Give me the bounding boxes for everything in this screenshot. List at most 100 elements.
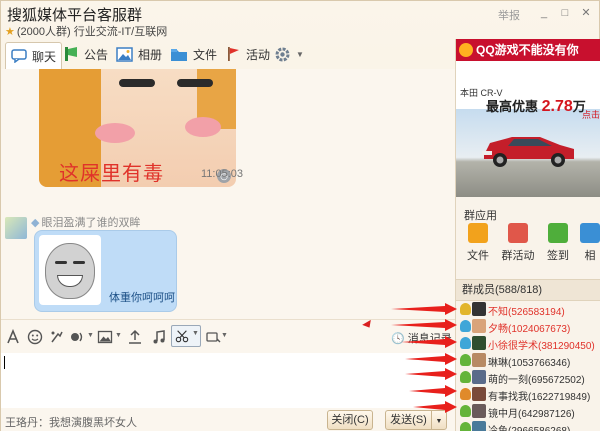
member-item[interactable]: 不知(526583194) bbox=[456, 301, 600, 318]
sender-name-text: 眼泪盈满了谁的双眸 bbox=[41, 217, 141, 229]
news-tip[interactable]: 王珞丹：我想演腹黑坏女人 bbox=[5, 414, 137, 430]
avatar bbox=[472, 302, 486, 316]
send-button[interactable]: 发送(S) bbox=[385, 410, 431, 430]
member-rank-icon bbox=[460, 388, 471, 400]
message-bubble[interactable]: 体重你呵呵呵 bbox=[34, 230, 177, 312]
close-window-button[interactable]: ✕ bbox=[579, 7, 593, 19]
member-name: 镜中月(642987126) bbox=[488, 409, 575, 420]
minimize-button[interactable]: _ bbox=[537, 7, 551, 19]
app-album-label: 相 bbox=[584, 250, 596, 262]
group-subtitle: ★ (2000人群) 行业交流-IT/互联网 bbox=[5, 23, 167, 39]
avatar bbox=[472, 404, 486, 418]
app-group-activity-label: 群活动 bbox=[501, 250, 535, 262]
ad-promo: 最高优惠 2.78万 bbox=[486, 96, 586, 116]
shake-icon[interactable] bbox=[49, 329, 65, 345]
settings-gear-icon bbox=[275, 47, 290, 61]
member-rank-icon bbox=[460, 320, 471, 332]
send-options-button[interactable]: ▼ bbox=[431, 410, 447, 430]
group-title: 搜狐媒体平台客服群 bbox=[7, 6, 143, 24]
right-panel: QQ游戏不能没有你 本田 CR-V 最高优惠 2.78万 点击 群应用 文件 群… bbox=[455, 39, 600, 431]
annotation-marker-icon bbox=[362, 319, 374, 331]
member-name: 萌的一刻(695672502) bbox=[488, 375, 585, 386]
message-input[interactable] bbox=[1, 353, 455, 408]
upload-icon[interactable] bbox=[127, 329, 143, 345]
close-button[interactable]: 关闭(C) bbox=[327, 410, 373, 430]
member-item[interactable]: 琳琳(1053766346) bbox=[456, 352, 600, 369]
tab-chat[interactable]: 聊天 bbox=[5, 42, 63, 69]
member-item[interactable]: 小徐很学术(381290450) bbox=[456, 335, 600, 352]
sticker-head bbox=[45, 243, 95, 299]
album-app-icon bbox=[580, 223, 600, 243]
member-item[interactable]: 夕畅(1024067673) bbox=[456, 318, 600, 335]
tab-settings[interactable]: ▼ bbox=[269, 42, 309, 66]
member-rank-icon bbox=[460, 405, 471, 417]
maximize-button[interactable]: □ bbox=[558, 7, 572, 19]
title-bar: 搜狐媒体平台客服群 ★ (2000人群) 行业交流-IT/互联网 举报 _ □ ✕ bbox=[1, 1, 600, 39]
font-icon[interactable] bbox=[5, 329, 21, 345]
annotation-arrow-icon bbox=[405, 353, 457, 365]
chevron-down-icon: ▼ bbox=[296, 49, 304, 59]
tab-announcement[interactable]: 公告 bbox=[58, 42, 113, 66]
member-item[interactable]: 镜中月(642987126) bbox=[456, 403, 600, 420]
avatar bbox=[472, 370, 486, 384]
album-icon bbox=[116, 46, 133, 62]
voice-dropdown-icon[interactable]: ▼ bbox=[87, 332, 94, 339]
ad-banner[interactable]: QQ游戏不能没有你 本田 CR-V 最高优惠 2.78万 点击 bbox=[456, 39, 600, 197]
member-name: 不知(526583194) bbox=[488, 307, 565, 318]
report-link[interactable]: 举报 bbox=[498, 7, 520, 23]
app-album[interactable]: 相 bbox=[578, 223, 600, 263]
more-dropdown-icon[interactable]: ▼ bbox=[221, 332, 228, 339]
screenshot-button[interactable]: ▼ bbox=[171, 325, 201, 347]
members-header: 群成员(588/818) bbox=[456, 279, 600, 301]
app-checkin[interactable]: 签到 bbox=[540, 223, 576, 263]
file-folder-icon bbox=[468, 223, 488, 243]
message-sticker[interactable] bbox=[39, 235, 101, 305]
star-icon: ★ bbox=[5, 26, 15, 38]
annotation-arrow-icon bbox=[401, 336, 457, 348]
image-dropdown-icon[interactable]: ▼ bbox=[115, 332, 122, 339]
sender-name[interactable]: ◆ 眼泪盈满了谁的双眸 bbox=[31, 214, 140, 230]
ad-headline-text: QQ游戏不能没有你 bbox=[476, 43, 579, 57]
group-apps: 文件 群活动 签到 相 bbox=[456, 223, 600, 269]
member-name: 冷鱼(2966586268) bbox=[488, 422, 570, 431]
app-group-activity[interactable]: 群活动 bbox=[500, 223, 536, 263]
message-list[interactable]: 这屎里有毒 ◷ 11:05:03 ◆ 眼泪盈满了谁的双眸 体重你呵呵呵 bbox=[1, 69, 455, 319]
more-icon[interactable] bbox=[205, 329, 221, 345]
image-icon[interactable] bbox=[97, 329, 113, 345]
member-item[interactable]: 有事找我(1622719849) bbox=[456, 386, 600, 403]
group-subtitle-text: (2000人群) 行业交流-IT/互联网 bbox=[16, 26, 168, 38]
member-name: 琳琳(1053766346) bbox=[488, 358, 571, 369]
member-name: 有事找我(1622719849) bbox=[488, 392, 591, 403]
screenshot-icon bbox=[175, 330, 189, 343]
tab-album[interactable]: 相册 bbox=[111, 42, 167, 66]
voice-icon[interactable] bbox=[69, 329, 85, 345]
member-item[interactable]: 萌的一刻(695672502) bbox=[456, 369, 600, 386]
meme-blush-right bbox=[185, 117, 221, 137]
tab-activity[interactable]: 活动 bbox=[221, 42, 275, 66]
app-checkin-label: 签到 bbox=[547, 250, 569, 262]
folder-icon bbox=[171, 48, 187, 61]
member-rank-icon bbox=[460, 354, 471, 366]
meme-blush-left bbox=[95, 123, 135, 143]
member-item[interactable]: 冷鱼(2966586268) bbox=[456, 420, 600, 431]
message-text: 体重你呵呵呵 bbox=[109, 292, 175, 304]
app-files[interactable]: 文件 bbox=[460, 223, 496, 263]
annotation-arrow-icon bbox=[391, 303, 457, 315]
car-image-icon bbox=[482, 137, 574, 167]
avatar bbox=[472, 336, 486, 350]
avatar bbox=[472, 353, 486, 367]
emoji-icon[interactable] bbox=[27, 329, 43, 345]
group-apps-title: 群应用 bbox=[464, 210, 497, 222]
music-icon[interactable] bbox=[151, 329, 167, 345]
member-rank-icon bbox=[460, 422, 471, 431]
sender-avatar[interactable] bbox=[5, 217, 27, 239]
meme-eye-left bbox=[119, 79, 155, 87]
text-caret bbox=[4, 356, 5, 369]
member-name: 小徐很学术(381290450) bbox=[488, 341, 595, 352]
checkin-icon bbox=[548, 223, 568, 243]
tab-files[interactable]: 文件 bbox=[165, 42, 222, 66]
qq-group-chat-window: 搜狐媒体平台客服群 ★ (2000人群) 行业交流-IT/互联网 举报 _ □ ✕… bbox=[0, 0, 600, 431]
ad-promo-value: 2.78 bbox=[541, 98, 573, 115]
screenshot-dropdown-icon: ▼ bbox=[192, 330, 199, 337]
member-name: 夕畅(1024067673) bbox=[488, 324, 571, 335]
